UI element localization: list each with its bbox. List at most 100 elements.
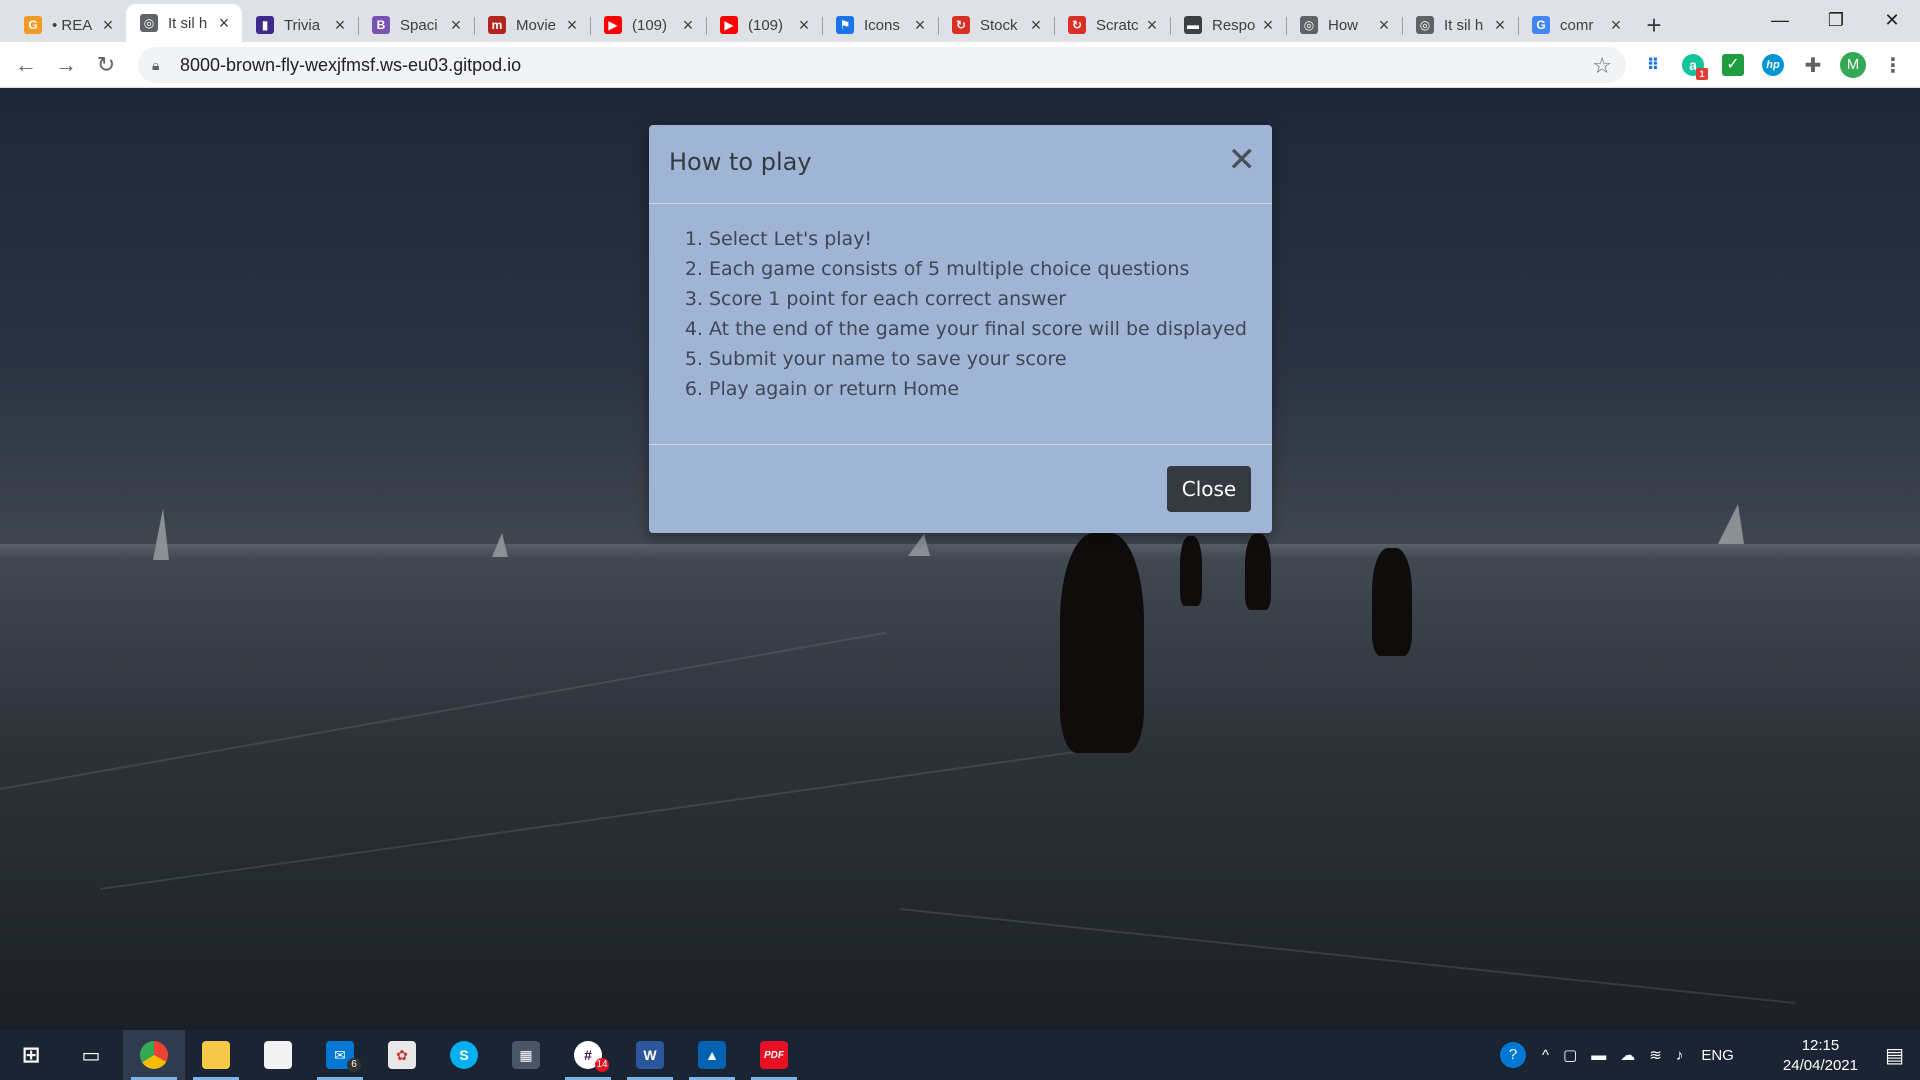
browser-tab[interactable]: ↻ Stock × — [938, 8, 1054, 42]
profile-avatar[interactable]: M — [1840, 52, 1866, 78]
close-tab-icon[interactable]: × — [680, 15, 696, 36]
tab-title: Spaci — [400, 16, 438, 34]
browser-tab[interactable]: ◎ How × — [1286, 8, 1402, 42]
list-item: At the end of the game your final score … — [709, 314, 1272, 344]
modal-header: How to play ✕ — [649, 125, 1272, 204]
chrome-taskbar-button[interactable] — [123, 1030, 185, 1080]
browser-tab[interactable]: ▶ (109) × — [590, 8, 706, 42]
globe-icon: ◎ — [140, 14, 158, 32]
word-button[interactable]: W — [619, 1030, 681, 1080]
clock[interactable]: 12:15 24/04/2021 — [1783, 1036, 1858, 1076]
help-icon[interactable]: ? — [1500, 1042, 1526, 1068]
notifications-button[interactable]: ▤ — [1885, 1030, 1904, 1080]
store-button[interactable] — [247, 1030, 309, 1080]
list-item: Submit your name to save your score — [709, 344, 1272, 374]
browser-tab[interactable]: Gcomr × — [1518, 8, 1634, 42]
close-tab-icon[interactable]: × — [564, 15, 580, 36]
browser-tab[interactable]: B Spaci × — [358, 8, 474, 42]
tab-title: • REA — [52, 16, 93, 34]
calculator-button[interactable]: ▦ — [495, 1030, 557, 1080]
close-icon[interactable]: ✕ — [1228, 143, 1257, 177]
close-tab-icon[interactable]: × — [448, 15, 464, 36]
tab-title: It sil h — [1444, 16, 1484, 34]
back-button[interactable]: ← — [12, 51, 40, 79]
close-tab-icon[interactable]: × — [1144, 15, 1160, 36]
close-window-button[interactable]: ✕ — [1864, 0, 1920, 40]
browser-tab[interactable]: ▬ Respo × — [1170, 8, 1286, 42]
wifi-icon[interactable]: ≋ — [1649, 1046, 1662, 1064]
apps-grid-icon[interactable]: ⠿ — [1640, 52, 1666, 78]
puzzle-extensions-icon[interactable]: ✚ — [1800, 52, 1826, 78]
onedrive-icon[interactable]: ☁ — [1620, 1046, 1635, 1064]
folder-icon — [202, 1041, 230, 1069]
close-tab-icon[interactable]: × — [1492, 15, 1508, 36]
checkmark-icon: ✓ — [1722, 54, 1744, 76]
tab-title: How — [1328, 16, 1359, 34]
browser-tab[interactable]: m Movie × — [474, 8, 590, 42]
tab-title: Movie — [516, 16, 557, 34]
address-bar[interactable]: 🔒︎ 8000-brown-fly-wexjfmsf.ws-eu03.gitpo… — [138, 47, 1626, 83]
browser-tab[interactable]: ▶ (109) × — [706, 8, 822, 42]
word-icon: W — [636, 1041, 664, 1069]
language-indicator[interactable]: ENG — [1701, 1047, 1734, 1064]
slack-button[interactable]: # 14 — [557, 1030, 619, 1080]
close-tab-icon[interactable]: × — [332, 15, 348, 36]
task-view-button[interactable]: ▭ — [60, 1030, 122, 1080]
forward-button[interactable]: → — [52, 51, 80, 79]
pdf-icon: PDF — [760, 1041, 788, 1069]
tab-title: (109) — [632, 16, 668, 34]
new-tab-button[interactable]: + — [1634, 8, 1674, 42]
globe-icon: ◎ — [1300, 16, 1318, 34]
close-tab-icon[interactable]: × — [1028, 15, 1044, 36]
kebab-menu-icon[interactable]: ⋮ — [1880, 52, 1906, 78]
stock-icon: ↻ — [952, 16, 970, 34]
reload-button[interactable]: ↻ — [92, 51, 120, 79]
grammarly-extension[interactable]: a 1 — [1680, 52, 1708, 80]
browser-tab[interactable]: ◎ It sil h × — [126, 4, 242, 42]
start-button[interactable]: ⊞ — [0, 1030, 62, 1080]
arrow-right-icon: → — [55, 52, 77, 77]
close-tab-icon[interactable]: × — [1260, 15, 1276, 36]
close-tab-icon[interactable]: × — [1608, 15, 1624, 36]
close-tab-icon[interactable]: × — [216, 13, 232, 34]
close-tab-icon[interactable]: × — [912, 15, 928, 36]
windows-icon: ⊞ — [21, 1042, 41, 1067]
file-explorer-button[interactable] — [185, 1030, 247, 1080]
tab-title: Icons — [864, 16, 900, 34]
close-tab-icon[interactable]: × — [796, 15, 812, 36]
pdf-button[interactable]: PDF — [743, 1030, 805, 1080]
hp-icon: hp — [1762, 54, 1784, 76]
avatar-initial: M — [1840, 52, 1866, 78]
calculator-icon: ▦ — [512, 1041, 540, 1069]
close-button[interactable]: Close — [1167, 466, 1251, 512]
paint-icon: ✿ — [388, 1041, 416, 1069]
chevron-up-icon[interactable]: ^ — [1542, 1047, 1549, 1064]
taskbar: ⊞ ▭ ✉ 6 ✿ S ▦ # 14 W ▲ PDF ? ^ ▢ ▬ ☁ ≋ ♪… — [0, 1030, 1920, 1080]
browser-tab[interactable]: ◎ It sil h × — [1402, 8, 1518, 42]
bookmark-star-icon[interactable]: ☆ — [1592, 53, 1612, 79]
tab-title: Stock — [980, 16, 1018, 34]
modal-body: Select Let's play! Each game consists of… — [649, 204, 1272, 445]
browser-tab[interactable]: ▮ Trivia × — [242, 8, 358, 42]
checkmark-extension[interactable]: ✓ — [1720, 52, 1746, 78]
list-item: Play again or return Home — [709, 374, 1272, 404]
paint-button[interactable]: ✿ — [371, 1030, 433, 1080]
tab-title: comr — [1560, 16, 1594, 34]
browser-tab[interactable]: ⚑ Icons × — [822, 8, 938, 42]
device-icon[interactable]: ▢ — [1563, 1046, 1577, 1064]
maximize-button[interactable]: ❐ — [1808, 0, 1864, 40]
battery-icon[interactable]: ▬ — [1591, 1047, 1606, 1064]
mail-badge: 6 — [347, 1058, 361, 1072]
mail-button[interactable]: ✉ 6 — [309, 1030, 371, 1080]
close-tab-icon[interactable]: × — [100, 15, 116, 36]
browser-tab[interactable]: G • REA × — [10, 8, 126, 42]
hp-extension[interactable]: hp — [1760, 52, 1786, 78]
volume-icon[interactable]: ♪ — [1676, 1047, 1684, 1064]
skype-button[interactable]: S — [433, 1030, 495, 1080]
minimize-button[interactable]: — — [1752, 0, 1808, 40]
browser-tab[interactable]: ↻ Scratc × — [1054, 8, 1170, 42]
photos-button[interactable]: ▲ — [681, 1030, 743, 1080]
tab-title: (109) — [748, 16, 784, 34]
store-icon — [264, 1041, 292, 1069]
close-tab-icon[interactable]: × — [1376, 15, 1392, 36]
